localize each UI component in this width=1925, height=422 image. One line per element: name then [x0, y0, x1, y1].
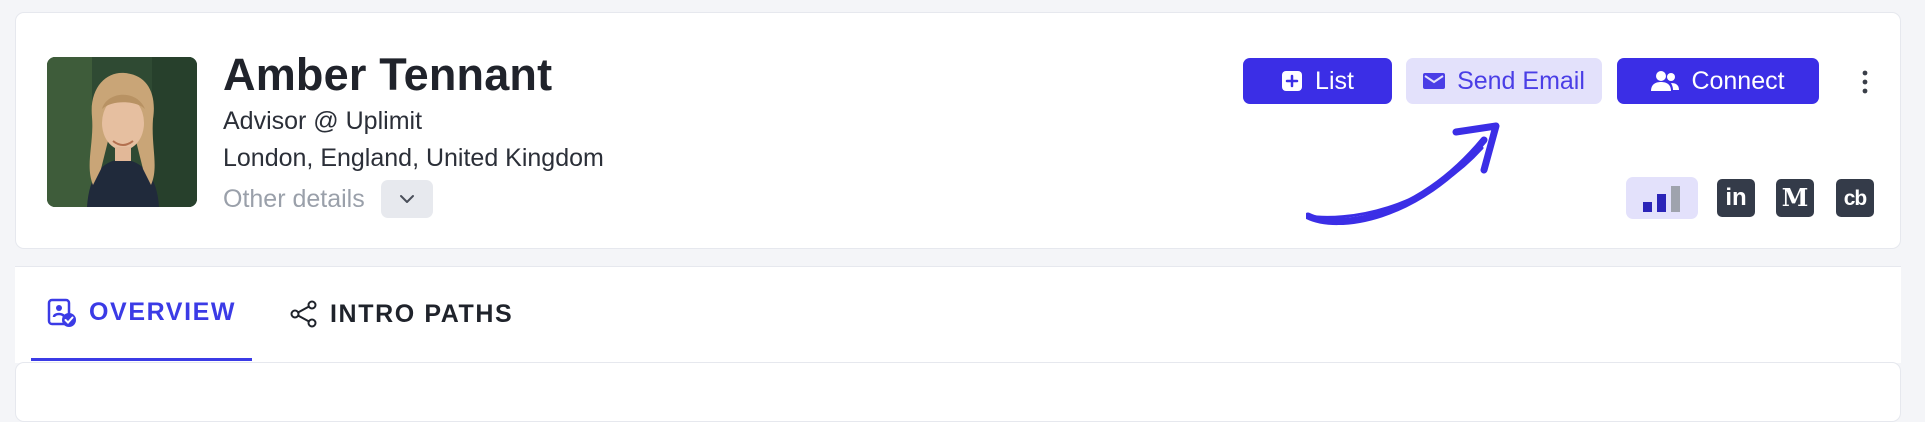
- crunchbase-icon: cb: [1836, 179, 1874, 217]
- chevron-down-icon: [399, 195, 414, 203]
- send-email-label: Send Email: [1457, 66, 1585, 95]
- avatar: [47, 57, 197, 207]
- other-details: Other details: [223, 180, 433, 218]
- tab-bar: OVERVIEW INTRO PATHS: [15, 266, 1901, 363]
- tab-overview[interactable]: OVERVIEW: [31, 267, 253, 361]
- other-details-label: Other details: [223, 184, 365, 213]
- tab-overview-label: OVERVIEW: [89, 298, 237, 326]
- linkedin-link[interactable]: in: [1717, 177, 1755, 219]
- crunchbase-link[interactable]: cb: [1836, 177, 1874, 219]
- signal-strength-icon: [1643, 186, 1680, 212]
- profile-location: London, England, United Kingdom: [223, 144, 604, 172]
- other-details-toggle[interactable]: [380, 180, 433, 218]
- signal-strength-button[interactable]: [1626, 177, 1698, 219]
- profile-check-icon: [47, 298, 76, 327]
- medium-link[interactable]: M: [1776, 177, 1814, 219]
- tab-intro-paths-label: INTRO PATHS: [330, 299, 514, 328]
- profile-header-card: Amber Tennant Advisor @ Uplimit London, …: [15, 12, 1901, 249]
- linkedin-icon: in: [1717, 179, 1755, 217]
- profile-headline: Advisor @ Uplimit: [223, 107, 423, 135]
- crunchbase-icon-text: cb: [1843, 186, 1867, 210]
- connect-button[interactable]: Connect: [1617, 58, 1819, 104]
- medium-icon: M: [1776, 179, 1814, 217]
- tab-intro-paths[interactable]: INTRO PATHS: [290, 267, 513, 361]
- send-email-button[interactable]: Send Email: [1406, 58, 1602, 104]
- share-nodes-icon: [290, 300, 317, 328]
- overview-content-card: [15, 362, 1901, 422]
- more-options-button[interactable]: [1854, 65, 1876, 99]
- linkedin-icon-text: in: [1725, 184, 1747, 211]
- avatar-photo: [47, 57, 197, 207]
- list-button-label: List: [1315, 66, 1354, 95]
- medium-icon-text: M: [1781, 183, 1809, 212]
- profile-name: Amber Tennant: [223, 49, 553, 100]
- add-to-list-button[interactable]: List: [1243, 58, 1392, 104]
- plus-square-icon: [1282, 71, 1303, 91]
- connect-button-label: Connect: [1691, 66, 1785, 95]
- curved-arrow-annotation: [1306, 122, 1500, 226]
- kebab-icon: [1862, 70, 1868, 94]
- users-icon: [1651, 71, 1680, 91]
- envelope-icon: [1423, 73, 1446, 89]
